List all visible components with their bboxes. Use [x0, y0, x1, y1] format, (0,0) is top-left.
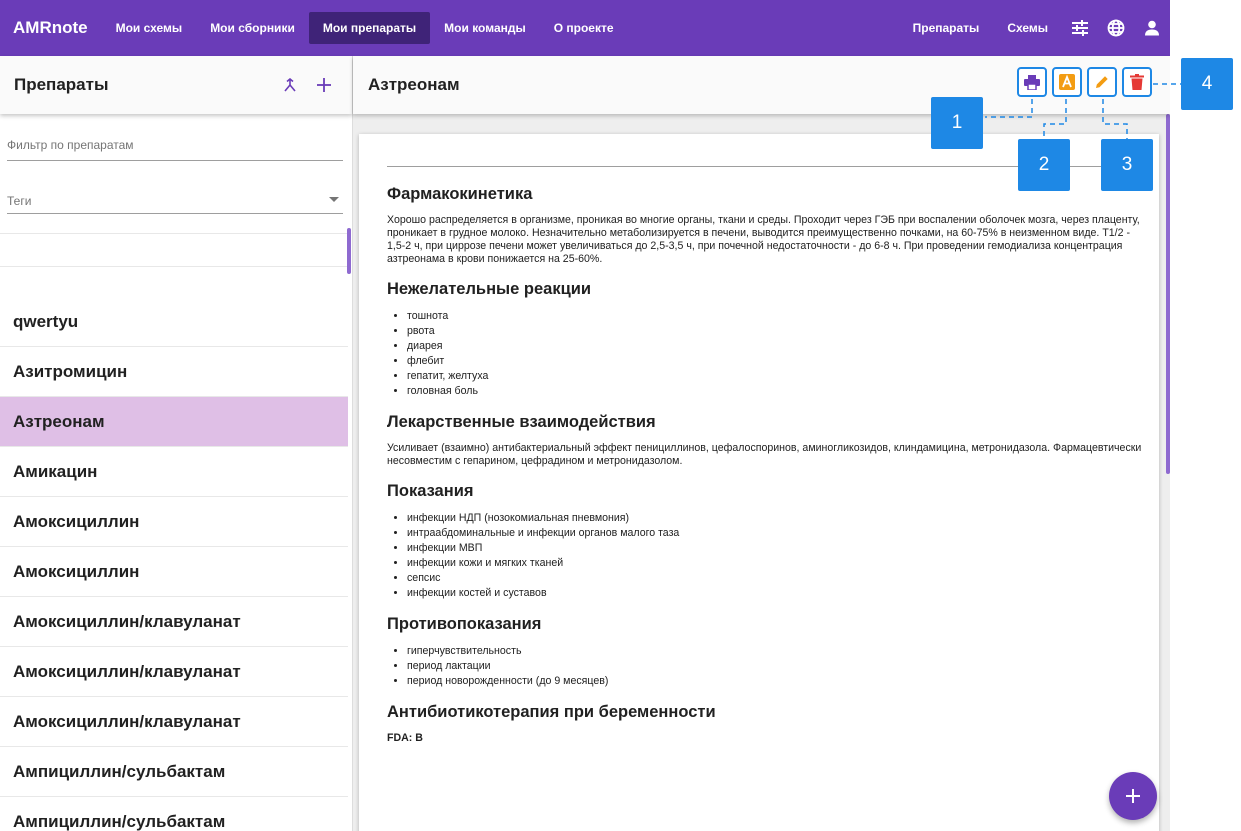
user-icon[interactable]: [1134, 10, 1170, 46]
top-navbar: AMRnote Мои схемы Мои сборники Мои препа…: [0, 0, 1170, 56]
globe-icon[interactable]: [1098, 10, 1134, 46]
list-item[interactable]: Амоксициллин/клавуланат: [0, 597, 348, 647]
app-window: AMRnote Мои схемы Мои сборники Мои препа…: [0, 0, 1170, 831]
indications-list: инфекции НДП (нозокомиальная пневмония) …: [407, 511, 1147, 601]
list-item: гиперчувствительность: [407, 644, 1147, 659]
list-item: тошнота: [407, 309, 1147, 324]
trash-icon: [1130, 74, 1144, 90]
list-item: период новорожденности (до 9 месяцев): [407, 674, 1147, 689]
brand-logo[interactable]: AMRnote: [13, 18, 88, 38]
section-title-indications: Показания: [387, 482, 474, 500]
nav-drugs[interactable]: Препараты: [899, 21, 994, 35]
callout-4: 4: [1181, 58, 1233, 110]
interactions-text: Усиливает (взаимно) антибактериальный эф…: [387, 442, 1142, 467]
page-title: Азтреонам: [368, 75, 460, 94]
drug-info-content: Фармакокинетика Хорошо распределяется в …: [387, 166, 1147, 744]
drugs-sidebar: Препараты Теги qwertyu Азитромицин Азтре…: [0, 56, 352, 831]
nav-schemes[interactable]: Схемы: [993, 21, 1062, 35]
list-item: инфекции НДП (нозокомиальная пневмония): [407, 511, 1147, 526]
plus-icon: [1126, 789, 1140, 803]
add-drug-icon[interactable]: [310, 71, 338, 99]
sort-icon[interactable]: [276, 71, 304, 99]
list-item: сепсис: [407, 571, 1147, 586]
list-item: интраабдоминальные и инфекции органов ма…: [407, 526, 1147, 541]
list-item[interactable]: qwertyu: [0, 297, 348, 347]
translate-button[interactable]: [1052, 67, 1082, 97]
text-a-icon: [1059, 74, 1075, 90]
list-item-selected[interactable]: Азтреонам: [0, 397, 348, 447]
chevron-down-icon: [329, 197, 339, 202]
drug-filter: [7, 136, 343, 161]
adverse-list: тошнота рвота диарея флебит гепатит, жел…: [407, 309, 1147, 399]
list-item[interactable]: Амоксициллин/клавуланат: [0, 697, 348, 747]
section-title-adverse: Нежелательные реакции: [387, 280, 592, 298]
list-item[interactable]: Ампициллин/сульбактам: [0, 747, 348, 797]
list-spacer-row: [0, 233, 348, 267]
detail-header: Азтреонам: [353, 56, 1170, 114]
list-item: период лактации: [407, 659, 1147, 674]
sidebar-title: Препараты: [14, 75, 109, 94]
sidebar-header: Препараты: [0, 56, 352, 114]
content-scrollbar[interactable]: [1166, 114, 1170, 474]
nav-my-schemes[interactable]: Мои схемы: [102, 12, 197, 44]
list-item[interactable]: Ампициллин/сульбактам: [0, 797, 348, 831]
list-item: головная боль: [407, 384, 1147, 399]
list-item: инфекции костей и суставов: [407, 586, 1147, 601]
fda-category: FDA: B: [387, 732, 423, 744]
print-icon: [1024, 74, 1040, 90]
pencil-icon: [1096, 76, 1108, 88]
list-item: флебит: [407, 354, 1147, 369]
sidebar-scrollbar[interactable]: [347, 228, 351, 274]
nav-my-teams[interactable]: Мои команды: [430, 12, 540, 44]
drug-filter-input[interactable]: [7, 136, 343, 161]
tags-select[interactable]: Теги: [7, 192, 343, 214]
detail-toolbar: [1017, 67, 1152, 97]
callout-3: 3: [1101, 139, 1153, 191]
list-item[interactable]: Амоксициллин/клавуланат: [0, 647, 348, 697]
list-item[interactable]: Амоксициллин: [0, 497, 348, 547]
tune-icon[interactable]: [1062, 10, 1098, 46]
edit-button[interactable]: [1087, 67, 1117, 97]
nav-my-collections[interactable]: Мои сборники: [196, 12, 309, 44]
drug-info-card: Фармакокинетика Хорошо распределяется в …: [359, 134, 1159, 831]
section-title-interactions: Лекарственные взаимодействия: [387, 413, 656, 431]
list-item: гепатит, желтуха: [407, 369, 1147, 384]
section-title-pregnancy: Антибиотикотерапия при беременности: [387, 703, 716, 721]
list-item: инфекции МВП: [407, 541, 1147, 556]
add-fab-button[interactable]: [1109, 772, 1157, 820]
nav-about[interactable]: О проекте: [540, 12, 628, 44]
list-item[interactable]: Азитромицин: [0, 347, 348, 397]
callout-1: 1: [931, 97, 983, 149]
contraindications-list: гиперчувствительность период лактации пе…: [407, 644, 1147, 689]
pharmacokinetics-text: Хорошо распределяется в организме, прони…: [387, 214, 1140, 265]
list-item: рвота: [407, 324, 1147, 339]
print-button[interactable]: [1017, 67, 1047, 97]
delete-button[interactable]: [1122, 67, 1152, 97]
callout-2: 2: [1018, 139, 1070, 191]
tags-label: Теги: [7, 194, 32, 208]
list-item: диарея: [407, 339, 1147, 354]
section-title-contraindications: Противопоказания: [387, 615, 542, 633]
drug-list: qwertyu Азитромицин Азтреонам Амикацин А…: [0, 297, 348, 831]
nav-my-drugs[interactable]: Мои препараты: [308, 12, 431, 44]
list-item: инфекции кожи и мягких тканей: [407, 556, 1147, 571]
list-item[interactable]: Амоксициллин: [0, 547, 348, 597]
list-item[interactable]: Амикацин: [0, 447, 348, 497]
